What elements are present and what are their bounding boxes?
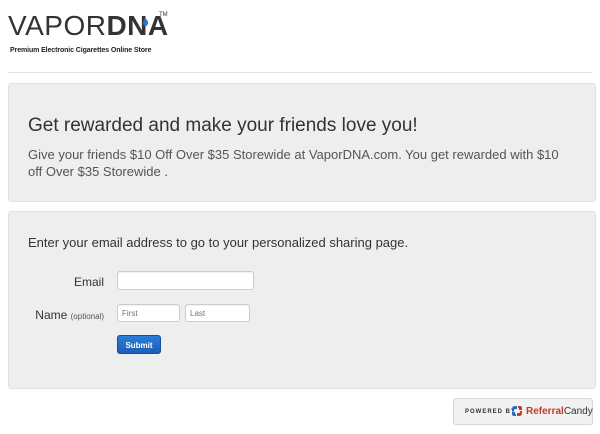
name-label-text: Name [35, 308, 68, 322]
vapordna-logo[interactable]: VAPORDNA TM Premium Electronic Cigarette… [8, 12, 178, 58]
hero-panel: Get rewarded and make your friends love … [8, 83, 596, 202]
brand-part-candy: Candy [563, 406, 593, 417]
referralcandy-icon [512, 406, 522, 416]
last-name-field[interactable] [185, 304, 250, 322]
drop-icon [143, 19, 148, 26]
logo-name-thin: VAPOR [8, 10, 107, 41]
email-label: Email [73, 275, 104, 289]
hero-title: Get rewarded and make your friends love … [28, 115, 418, 136]
email-field[interactable] [117, 271, 254, 290]
logo-tagline: Premium Electronic Cigarettes Online Sto… [10, 47, 152, 54]
first-name-field[interactable] [117, 304, 180, 322]
submit-button[interactable]: Submit [117, 335, 161, 354]
name-label: Name (optional) [27, 308, 104, 322]
header-divider [8, 72, 592, 73]
name-optional-hint: (optional) [70, 312, 104, 321]
signup-panel: Enter your email address to go to your p… [8, 211, 596, 389]
hero-description: Give your friends $10 Off Over $35 Store… [28, 147, 559, 179]
referralcandy-wordmark: ReferralCandy [526, 406, 593, 417]
powered-by-badge[interactable]: POWERED BY ReferralCandy [453, 398, 593, 425]
brand-part-referral: Referral [526, 406, 564, 417]
logo-wordmark: VAPORDNA [8, 12, 178, 40]
logo-trademark: TM [159, 12, 168, 18]
powered-by-label: POWERED BY [465, 409, 517, 415]
form-prompt: Enter your email address to go to your p… [28, 235, 409, 250]
